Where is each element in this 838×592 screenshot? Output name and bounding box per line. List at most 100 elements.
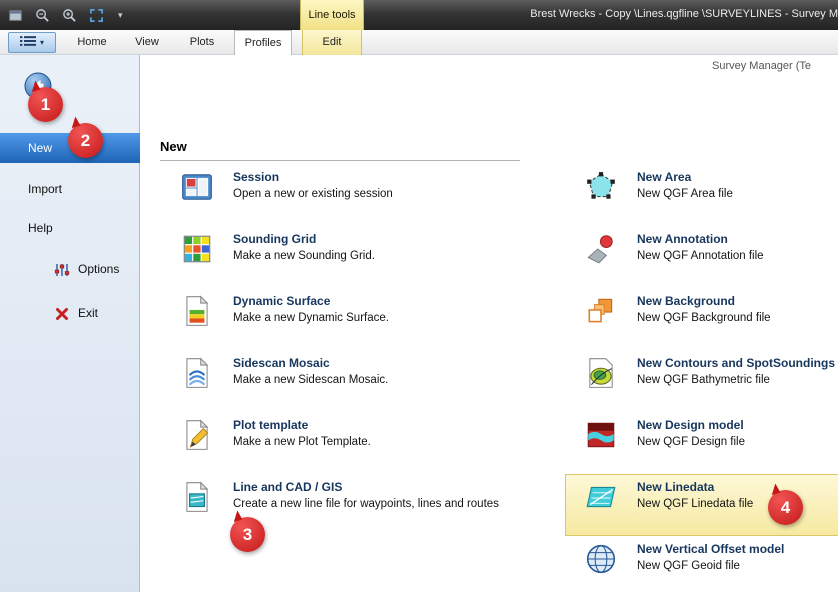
app-window-icon — [6, 6, 24, 24]
item-title: New Linedata — [637, 480, 753, 495]
contextual-tab-group-label: Line tools — [300, 0, 364, 30]
tab-view[interactable]: View — [122, 30, 172, 55]
menu-icon — [20, 34, 36, 52]
plot-template-icon — [180, 418, 214, 452]
session-icon — [180, 170, 214, 204]
zoom-out-icon[interactable] — [33, 6, 51, 24]
item-text: Plot template Make a new Plot Template. — [233, 418, 371, 452]
item-title: New Design model — [637, 418, 745, 433]
window-title: Brest Wrecks - Copy \Lines.qgfline \SURV… — [530, 8, 838, 20]
badge-number: 3 — [243, 525, 252, 545]
menu-item-new-background[interactable]: New Background New QGF Background file — [584, 294, 838, 328]
tab-home[interactable]: Home — [66, 30, 118, 55]
menu-item-new-annotation[interactable]: New Annotation New QGF Annotation file — [584, 232, 838, 266]
item-title: Sidescan Mosaic — [233, 356, 388, 371]
badge-number: 1 — [41, 95, 50, 115]
menu-item-new-vertical-offset[interactable]: New Vertical Offset model New QGF Geoid … — [584, 542, 838, 576]
callout-badge-1: 1 — [28, 87, 63, 122]
toolbar-dropdown-icon[interactable]: ▾ — [114, 10, 123, 21]
item-text: Line and CAD / GIS Create a new line fil… — [233, 480, 499, 514]
tab-edit[interactable]: Edit — [302, 30, 362, 55]
item-desc: New QGF Background file — [637, 311, 771, 325]
new-annotation-icon — [584, 232, 618, 266]
callout-badge-2: 2 — [68, 123, 103, 158]
item-title: New Annotation — [637, 232, 764, 247]
item-title: Plot template — [233, 418, 371, 433]
section-title: New — [160, 139, 187, 154]
badge-number: 4 — [781, 498, 790, 518]
options-icon — [54, 261, 70, 277]
sidebar-item-help[interactable]: Help — [0, 215, 140, 241]
dynamic-surface-icon — [180, 294, 214, 328]
item-text: Sounding Grid Make a new Sounding Grid. — [233, 232, 375, 266]
item-title: Dynamic Surface — [233, 294, 389, 309]
item-text: New Contours and SpotSoundings New QGF B… — [637, 356, 835, 390]
backstage-content: Survey Manager (Te New Session Open a ne… — [141, 55, 838, 592]
zoom-in-icon[interactable] — [60, 6, 78, 24]
badge-number: 2 — [81, 131, 90, 151]
item-desc: New QGF Design file — [637, 435, 745, 449]
sidebar-item-options[interactable]: Options — [0, 256, 140, 282]
tab-plots[interactable]: Plots — [176, 30, 228, 55]
titlebar: ▾ Line tools Brest Wrecks - Copy \Lines.… — [0, 0, 838, 30]
item-text: New Linedata New QGF Linedata file — [637, 480, 753, 514]
file-menu-button[interactable]: ▾ — [8, 32, 56, 53]
quick-access-toolbar: ▾ — [6, 3, 123, 27]
new-design-model-icon — [584, 418, 618, 452]
menu-item-plot-template[interactable]: Plot template Make a new Plot Template. — [180, 418, 510, 452]
item-desc: Create a new line file for waypoints, li… — [233, 497, 499, 511]
menu-item-new-area[interactable]: New Area New QGF Area file — [584, 170, 838, 204]
section-divider — [160, 160, 520, 161]
sounding-grid-icon — [180, 232, 214, 266]
sidebar-item-exit[interactable]: Exit — [0, 300, 140, 326]
item-desc: Make a new Dynamic Surface. — [233, 311, 389, 325]
new-background-icon — [584, 294, 618, 328]
sidescan-mosaic-icon — [180, 356, 214, 390]
menu-item-dynamic-surface[interactable]: Dynamic Surface Make a new Dynamic Surfa… — [180, 294, 510, 328]
chevron-down-icon: ▾ — [40, 38, 44, 47]
item-desc: New QGF Bathymetric file — [637, 373, 835, 387]
menu-item-new-design-model[interactable]: New Design model New QGF Design file — [584, 418, 838, 452]
item-title: Sounding Grid — [233, 232, 375, 247]
menu-item-sounding-grid[interactable]: Sounding Grid Make a new Sounding Grid. — [180, 232, 510, 266]
item-title: New Background — [637, 294, 771, 309]
item-text: New Vertical Offset model New QGF Geoid … — [637, 542, 784, 576]
item-text: Session Open a new or existing session — [233, 170, 393, 204]
item-text: Dynamic Surface Make a new Dynamic Surfa… — [233, 294, 389, 328]
fit-extents-icon[interactable] — [87, 6, 105, 24]
item-text: New Background New QGF Background file — [637, 294, 771, 328]
item-desc: New QGF Annotation file — [637, 249, 764, 263]
line-cad-gis-icon — [180, 480, 214, 514]
item-text: Sidescan Mosaic Make a new Sidescan Mosa… — [233, 356, 388, 390]
new-area-icon — [584, 170, 618, 204]
tab-profiles[interactable]: Profiles — [234, 30, 292, 55]
item-text: New Area New QGF Area file — [637, 170, 733, 204]
item-desc: Make a new Sidescan Mosaic. — [233, 373, 388, 387]
item-desc: New QGF Geoid file — [637, 559, 784, 573]
new-vertical-offset-icon — [584, 542, 618, 576]
item-desc: New QGF Linedata file — [637, 497, 753, 511]
sidebar-item-label: Options — [78, 262, 119, 276]
menu-item-session[interactable]: Session Open a new or existing session — [180, 170, 510, 204]
menu-item-line-cad-gis[interactable]: Line and CAD / GIS Create a new line fil… — [180, 480, 540, 514]
item-title: New Area — [637, 170, 733, 185]
item-text: New Annotation New QGF Annotation file — [637, 232, 764, 266]
new-linedata-icon — [584, 480, 618, 514]
callout-badge-3: 3 — [230, 517, 265, 552]
item-desc: Make a new Plot Template. — [233, 435, 371, 449]
sidebar-item-import[interactable]: Import — [0, 176, 140, 202]
item-desc: New QGF Area file — [637, 187, 733, 201]
item-text: New Design model New QGF Design file — [637, 418, 745, 452]
item-title: New Contours and SpotSoundings — [637, 356, 835, 371]
item-desc: Open a new or existing session — [233, 187, 393, 201]
app-name-text: Survey Manager (Te — [712, 60, 838, 72]
new-contours-icon — [584, 356, 618, 390]
item-title: New Vertical Offset model — [637, 542, 784, 557]
menu-item-new-contours[interactable]: New Contours and SpotSoundings New QGF B… — [584, 356, 838, 390]
sidebar-item-label: Exit — [78, 306, 98, 320]
callout-badge-4: 4 — [768, 490, 803, 525]
menu-item-sidescan-mosaic[interactable]: Sidescan Mosaic Make a new Sidescan Mosa… — [180, 356, 510, 390]
item-desc: Make a new Sounding Grid. — [233, 249, 375, 263]
item-title: Line and CAD / GIS — [233, 480, 499, 495]
ribbon-tab-bar: ▾ Home View Plots Profiles Edit — [0, 30, 838, 55]
